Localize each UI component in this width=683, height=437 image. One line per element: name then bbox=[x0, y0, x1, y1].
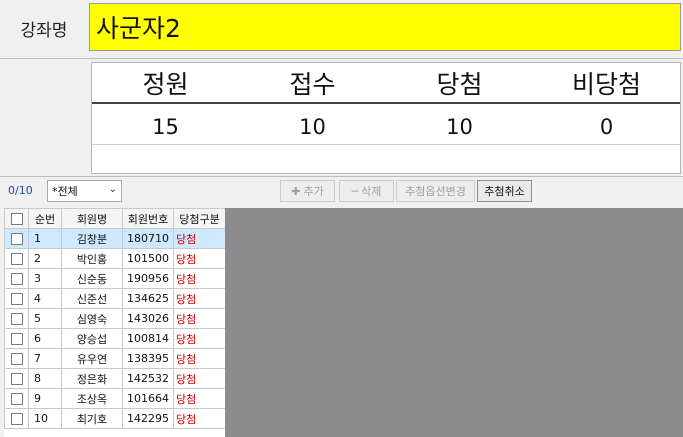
stats-header-not-won: 비당첨 bbox=[571, 69, 641, 99]
filter-select[interactable]: *전체 ⌄ bbox=[47, 180, 122, 202]
member-grid: 순번 회원명 회원번호 당첨구분 1 김창분 180710 당첨 2 박인홍 101500 당… bbox=[4, 208, 226, 437]
draw-status: 당첨 bbox=[173, 328, 226, 349]
draw-status: 당첨 bbox=[173, 228, 226, 249]
member-id: 143026 bbox=[122, 308, 174, 329]
row-checkbox[interactable] bbox=[4, 368, 29, 389]
draw-status: 당첨 bbox=[173, 288, 226, 309]
table-row[interactable]: 6 양승섭 100814 당첨 bbox=[4, 328, 226, 349]
row-number: 8 bbox=[28, 368, 62, 389]
member-id: 100814 bbox=[122, 328, 174, 349]
add-icon: ✚ bbox=[291, 184, 301, 198]
column-header-member-id[interactable]: 회원번호 bbox=[122, 208, 174, 229]
minus-icon: ─ bbox=[351, 184, 359, 198]
member-id: 101664 bbox=[122, 388, 174, 409]
add-button-label: 추가 bbox=[303, 185, 324, 198]
row-number: 2 bbox=[28, 248, 62, 269]
member-name: 조상옥 bbox=[61, 388, 123, 409]
delete-button-label: 삭제 bbox=[361, 185, 382, 198]
draw-option-change-button[interactable]: 추첨옵션변경 bbox=[396, 180, 475, 202]
empty-grid-area bbox=[225, 208, 683, 437]
stats-header-capacity: 정원 bbox=[142, 69, 189, 99]
table-row[interactable]: 4 신준선 134625 당첨 bbox=[4, 288, 226, 309]
table-row[interactable]: 10 최기호 142295 당첨 bbox=[4, 408, 226, 429]
member-name: 유우연 bbox=[61, 348, 123, 369]
row-checkbox[interactable] bbox=[4, 308, 29, 329]
member-id: 138395 bbox=[122, 348, 174, 369]
chevron-down-icon: ⌄ bbox=[108, 184, 117, 195]
draw-status: 당첨 bbox=[173, 348, 226, 369]
member-id: 142295 bbox=[122, 408, 174, 429]
stats-value-won: 10 bbox=[446, 114, 473, 139]
select-all-checkbox[interactable] bbox=[4, 208, 29, 229]
row-checkbox[interactable] bbox=[4, 228, 29, 249]
filter-selected-value: *전체 bbox=[52, 185, 78, 198]
member-id: 101500 bbox=[122, 248, 174, 269]
stats-value-capacity: 15 bbox=[152, 114, 179, 139]
member-name: 양승섭 bbox=[61, 328, 123, 349]
draw-status: 당첨 bbox=[173, 368, 226, 389]
stats-header-received: 접수 bbox=[289, 69, 336, 99]
row-checkbox[interactable] bbox=[4, 388, 29, 409]
table-row[interactable]: 5 심영숙 143026 당첨 bbox=[4, 308, 226, 329]
divider bbox=[0, 58, 683, 59]
row-number: 9 bbox=[28, 388, 62, 409]
divider bbox=[0, 176, 683, 177]
row-checkbox[interactable] bbox=[4, 248, 29, 269]
lottery-window: 강좌명 사군자2 정원 접수 당첨 비당첨 15 10 10 0 0/10 *전… bbox=[0, 0, 683, 437]
draw-status: 당첨 bbox=[173, 248, 226, 269]
member-name: 최기호 bbox=[61, 408, 123, 429]
member-id: 142532 bbox=[122, 368, 174, 389]
row-number: 7 bbox=[28, 348, 62, 369]
column-header-name[interactable]: 회원명 bbox=[61, 208, 123, 229]
draw-status: 당첨 bbox=[173, 408, 226, 429]
grid-header-row: 순번 회원명 회원번호 당첨구분 bbox=[4, 208, 226, 229]
row-number: 4 bbox=[28, 288, 62, 309]
table-row[interactable]: 2 박인홍 101500 당첨 bbox=[4, 248, 226, 269]
column-header-draw-status[interactable]: 당첨구분 bbox=[173, 208, 226, 229]
member-name: 박인홍 bbox=[61, 248, 123, 269]
row-number: 1 bbox=[28, 228, 62, 249]
delete-button[interactable]: ─ 삭제 bbox=[339, 180, 394, 202]
draw-status: 당첨 bbox=[173, 308, 226, 329]
stats-header-row: 정원 접수 당첨 비당첨 bbox=[92, 63, 680, 104]
member-name: 정은화 bbox=[61, 368, 123, 389]
cancel-draw-button[interactable]: 추첨취소 bbox=[477, 180, 532, 202]
member-name: 신순동 bbox=[61, 268, 123, 289]
stats-value-not-won: 0 bbox=[599, 114, 614, 139]
stats-value-received: 10 bbox=[299, 114, 326, 139]
member-name: 김창분 bbox=[61, 228, 123, 249]
course-name-label: 강좌명 bbox=[20, 20, 68, 41]
course-name-field[interactable]: 사군자2 bbox=[89, 3, 681, 51]
stats-value-row: 15 10 10 0 bbox=[92, 109, 680, 145]
table-row[interactable]: 3 신순동 190956 당첨 bbox=[4, 268, 226, 289]
enrollment-stats-panel: 정원 접수 당첨 비당첨 15 10 10 0 bbox=[91, 62, 681, 174]
row-checkbox[interactable] bbox=[4, 288, 29, 309]
table-row[interactable]: 7 유우연 138395 당첨 bbox=[4, 348, 226, 369]
member-id: 180710 bbox=[122, 228, 174, 249]
member-id: 134625 bbox=[122, 288, 174, 309]
table-row[interactable]: 9 조상옥 101664 당첨 bbox=[4, 388, 226, 409]
member-id: 190956 bbox=[122, 268, 174, 289]
row-number: 6 bbox=[28, 328, 62, 349]
table-row[interactable]: 1 김창분 180710 당첨 bbox=[4, 228, 226, 249]
add-button[interactable]: ✚ 추가 bbox=[280, 180, 335, 202]
row-number: 10 bbox=[28, 408, 62, 429]
draw-status: 당첨 bbox=[173, 388, 226, 409]
table-row[interactable]: 8 정은화 142532 당첨 bbox=[4, 368, 226, 389]
row-number: 5 bbox=[28, 308, 62, 329]
row-checkbox[interactable] bbox=[4, 328, 29, 349]
selection-count: 0/10 bbox=[8, 184, 33, 197]
row-checkbox[interactable] bbox=[4, 268, 29, 289]
row-checkbox[interactable] bbox=[4, 348, 29, 369]
member-name: 심영숙 bbox=[61, 308, 123, 329]
member-name: 신준선 bbox=[61, 288, 123, 309]
row-number: 3 bbox=[28, 268, 62, 289]
column-header-no[interactable]: 순번 bbox=[28, 208, 62, 229]
stats-header-won: 당첨 bbox=[436, 69, 483, 99]
draw-status: 당첨 bbox=[173, 268, 226, 289]
row-checkbox[interactable] bbox=[4, 408, 29, 429]
